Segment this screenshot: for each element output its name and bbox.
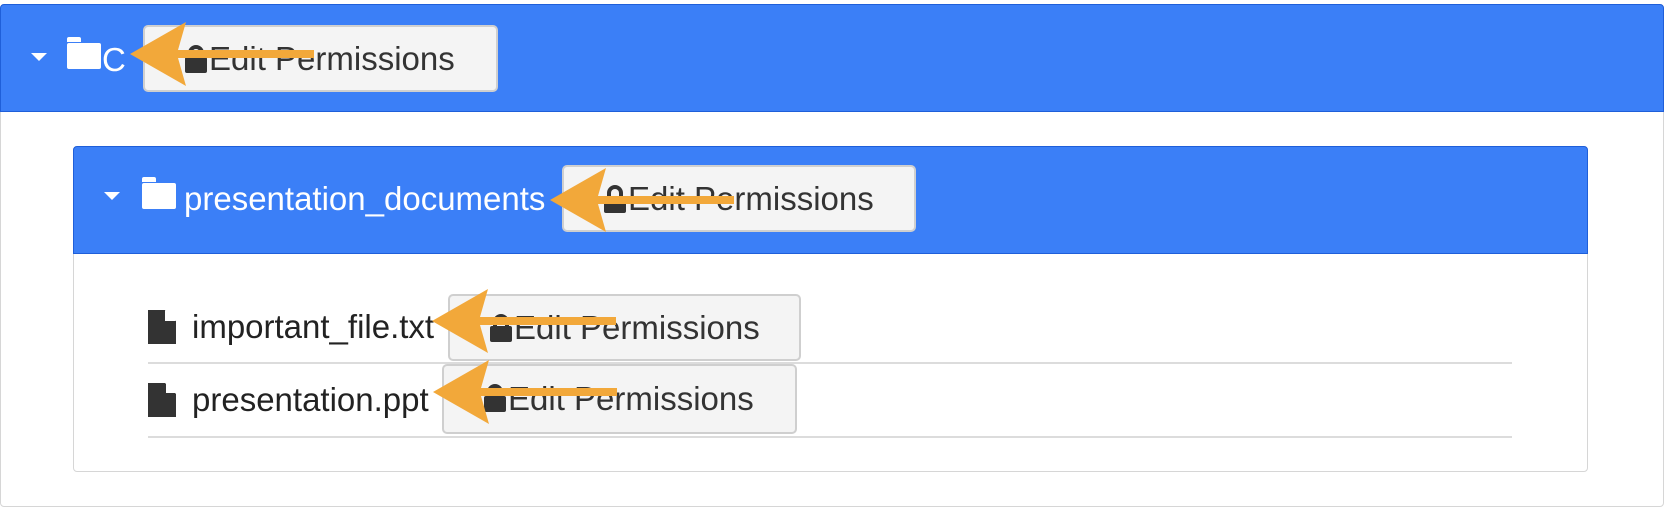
folder-icon	[142, 177, 178, 209]
file-icon	[148, 310, 176, 344]
file-name[interactable]: presentation.ppt	[192, 381, 429, 419]
subfolder-header: presentation_documents Edit Permissions	[73, 146, 1588, 254]
caret-down-icon[interactable]	[104, 192, 120, 200]
arrow-left-icon	[433, 360, 617, 424]
arrow-left-icon	[432, 289, 616, 353]
file-row-presentation: presentation.ppt Edit Permissions	[148, 364, 1512, 438]
root-folder-name[interactable]: C	[102, 41, 126, 79]
file-name[interactable]: important_file.txt	[192, 308, 434, 346]
file-row-important-file: important_file.txt Edit Permissions	[148, 292, 1512, 364]
arrow-left-icon	[550, 168, 734, 232]
folder-icon	[67, 37, 103, 69]
file-icon	[148, 383, 176, 417]
caret-down-icon[interactable]	[31, 53, 47, 61]
subfolder-name[interactable]: presentation_documents	[184, 180, 545, 218]
arrow-left-icon	[130, 22, 314, 86]
